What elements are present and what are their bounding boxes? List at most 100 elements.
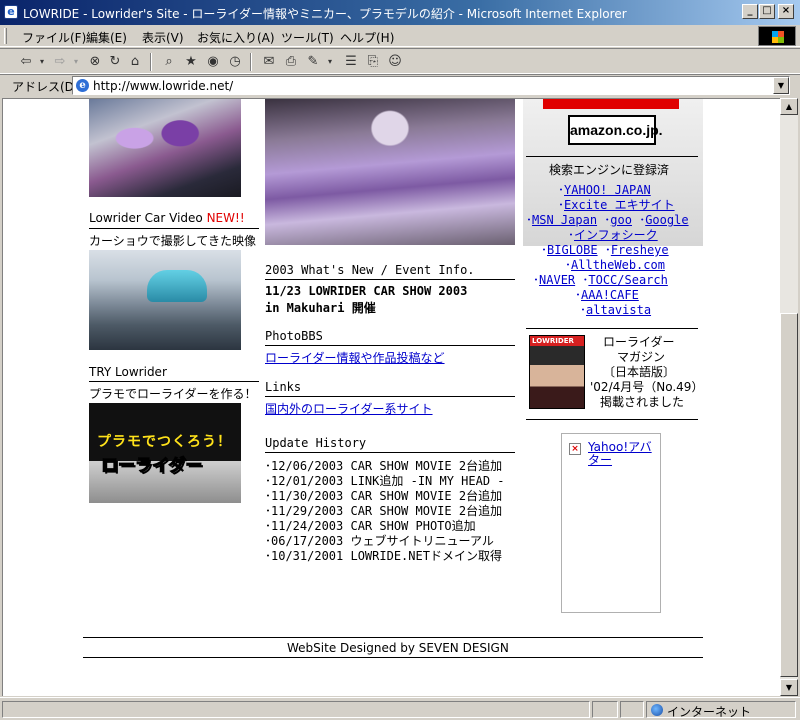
magazine-cover[interactable]: LOWRIDER	[529, 335, 585, 409]
address-bar: アドレス(D) e http://www.lowride.net/ ▼	[0, 74, 800, 96]
back-arrow-icon[interactable]: ⇦	[16, 53, 36, 71]
research-icon[interactable]: ⎘	[364, 53, 382, 71]
internet-zone-icon	[651, 704, 663, 716]
altavista-link[interactable]: altavista	[586, 303, 651, 317]
scroll-down-button[interactable]: ▼	[780, 679, 798, 696]
status-pane	[620, 701, 644, 718]
fresheye-link[interactable]: Fresheye	[611, 243, 669, 257]
footer-divider-top	[83, 637, 703, 638]
aaa-cafe-link[interactable]: AAA!CAFE	[581, 288, 639, 302]
footer-divider-bottom	[83, 657, 703, 658]
maximize-button[interactable]: □	[759, 4, 775, 19]
vertical-scrollbar[interactable]: ▲ ▼	[780, 98, 798, 696]
news-line-1: 11/23 LOWRIDER CAR SHOW 2003	[265, 284, 468, 298]
magazine-cover-title: LOWRIDER	[532, 337, 574, 345]
media-icon[interactable]: ◉	[204, 53, 222, 71]
search-engine-heading: 検索エンジンに登録済	[549, 163, 670, 177]
links-link[interactable]: 国内外のローライダー系サイト	[265, 400, 433, 417]
video-new-badge: NEW!!	[206, 211, 245, 225]
infoseek-link[interactable]: インフォシーク	[574, 228, 658, 242]
menu-file[interactable]: ファイル(F)	[22, 29, 86, 46]
excite-link[interactable]: Excite エキサイト	[564, 198, 675, 212]
status-pane	[592, 701, 618, 718]
lowrider-car-photo[interactable]	[265, 99, 515, 245]
address-label: アドレス(D)	[12, 80, 79, 94]
history-heading: Update History	[265, 436, 367, 450]
address-input[interactable]: e http://www.lowride.net/ ▼	[72, 76, 790, 95]
minimize-button[interactable]: _	[742, 4, 758, 19]
news-line-2: in Makuhari 開催	[265, 301, 376, 315]
menu-edit[interactable]: 編集(E)	[86, 29, 127, 46]
status-zone: インターネット	[667, 705, 752, 719]
goo-link[interactable]: goo	[610, 213, 632, 227]
scroll-thumb[interactable]	[780, 313, 798, 677]
messenger-icon[interactable]: ☺	[386, 53, 404, 71]
menu-bar: ファイル(F) 編集(E) 表示(V) お気に入り(A) ツール(T) ヘルプ(…	[0, 25, 800, 47]
plamo-banner-line2: ローライダー	[100, 456, 203, 477]
menu-view[interactable]: 表示(V)	[142, 29, 184, 46]
carshow-photo[interactable]	[89, 250, 241, 350]
refresh-icon[interactable]: ↻	[106, 53, 124, 71]
divider	[265, 345, 515, 346]
search-icon[interactable]: ⌕	[160, 53, 178, 71]
menu-tools[interactable]: ツール(T)	[281, 29, 334, 46]
try-title[interactable]: TRY Lowrider	[89, 365, 167, 379]
back-dropdown-icon[interactable]: ▾	[38, 53, 46, 71]
yahoo-avatar-frame[interactable]: × Yahoo!アバター	[561, 433, 661, 613]
video-title-row[interactable]: Lowrider Car Video NEW!!	[89, 211, 245, 225]
divider	[265, 396, 515, 397]
divider	[89, 228, 259, 229]
yahoo-avatar-link[interactable]: Yahoo!アバター	[588, 441, 656, 467]
status-text-pane	[2, 701, 590, 718]
msn-japan-link[interactable]: MSN Japan	[532, 213, 597, 227]
tocc-search-link[interactable]: TOCC/Search	[588, 273, 667, 287]
broken-image-icon: ×	[569, 443, 581, 455]
edit-icon[interactable]: ✎	[304, 53, 322, 71]
status-zone-pane: インターネット	[646, 701, 796, 719]
status-bar: インターネット	[0, 697, 800, 720]
bbs-heading: PhotoBBS	[265, 329, 323, 343]
forward-dropdown-icon[interactable]: ▾	[72, 53, 80, 71]
discuss-icon[interactable]: ☰	[342, 53, 360, 71]
page-icon: e	[76, 79, 89, 92]
links-heading: Links	[265, 380, 302, 394]
video-description: カーショウで撮影してきた映像	[89, 234, 257, 248]
footer-credit: WebSite Designed by SEVEN DESIGN	[287, 641, 509, 655]
menu-help[interactable]: ヘルプ(H)	[340, 29, 394, 46]
divider	[526, 156, 698, 157]
list-item: ･10/31/2001 LOWRIDE.NETドメイン取得	[265, 549, 502, 563]
plamo-banner[interactable]: プラモでつくろう！ ローライダー	[89, 403, 241, 503]
mail-icon[interactable]: ✉	[260, 53, 278, 71]
address-url[interactable]: http://www.lowride.net/	[93, 79, 233, 93]
yahoo-japan-link[interactable]: YAHOO! JAPAN	[564, 183, 651, 197]
video-title[interactable]: Lowrider Car Video	[89, 211, 203, 225]
forward-arrow-icon[interactable]: ⇨	[50, 53, 70, 71]
menu-grip	[4, 28, 7, 44]
toolbar-separator	[150, 53, 152, 71]
ie-app-icon[interactable]: e	[4, 5, 18, 19]
google-link[interactable]: Google	[645, 213, 688, 227]
biglobe-link[interactable]: BIGLOBE	[547, 243, 598, 257]
amazon-logo[interactable]: amazon.co.jp.	[568, 115, 663, 145]
alltheweb-link[interactable]: AlltheWeb.com	[571, 258, 665, 272]
window-title: LOWRIDE - Lowrider's Site - ローライダー情報やミニカ…	[23, 7, 627, 21]
toolbar-separator	[250, 53, 252, 71]
print-icon[interactable]: ⎙	[282, 53, 300, 71]
magazine-text-line: 掲載されました	[600, 395, 685, 409]
naver-link[interactable]: NAVER	[539, 273, 575, 287]
stop-icon[interactable]: ⊗	[86, 53, 104, 71]
close-button[interactable]: ×	[778, 4, 794, 19]
address-dropdown-button[interactable]: ▼	[773, 77, 789, 94]
edit-dropdown-icon[interactable]: ▾	[326, 53, 334, 71]
dancers-photo[interactable]	[89, 99, 241, 197]
home-icon[interactable]: ⌂	[126, 53, 144, 71]
divider	[265, 279, 515, 280]
page-viewport: Lowrider Car Video NEW!! カーショウで撮影してきた映像 …	[2, 98, 780, 696]
bbs-link[interactable]: ローライダー情報や作品投稿など	[265, 349, 445, 366]
menu-favorites[interactable]: お気に入り(A)	[197, 29, 275, 46]
scroll-up-button[interactable]: ▲	[780, 98, 798, 115]
divider	[265, 452, 515, 453]
favorites-icon[interactable]: ★	[182, 53, 200, 71]
news-heading: 2003 What's New / Event Info.	[265, 263, 475, 277]
history-icon[interactable]: ◷	[226, 53, 244, 71]
